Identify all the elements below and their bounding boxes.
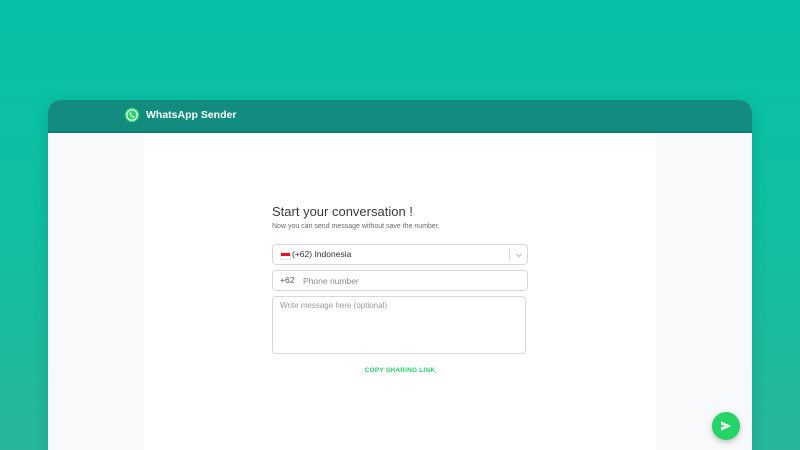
- country-select[interactable]: (+62) Indonesia: [272, 244, 528, 265]
- form-heading: Start your conversation !: [272, 204, 413, 219]
- select-divider: [509, 249, 510, 261]
- send-icon: [721, 421, 731, 431]
- form-subtext: Now you can send message without save th…: [272, 223, 440, 230]
- whatsapp-logo-icon: [124, 107, 140, 123]
- main-panel: Start your conversation ! Now you can se…: [144, 133, 656, 450]
- send-button[interactable]: [712, 412, 740, 440]
- conversation-form: Start your conversation ! Now you can se…: [272, 204, 528, 374]
- dial-code-prefix: +62: [280, 275, 295, 285]
- phone-field: +62: [272, 270, 528, 291]
- country-select-value: (+62) Indonesia: [292, 249, 352, 259]
- phone-number-input[interactable]: [303, 272, 521, 289]
- copy-sharing-link-button[interactable]: COPY SHARING LINK: [272, 367, 528, 374]
- title-bar: WhatsApp Sender: [48, 100, 752, 133]
- message-input[interactable]: [272, 296, 526, 354]
- chevron-down-icon[interactable]: [515, 251, 523, 259]
- indonesia-flag-icon: [280, 252, 291, 260]
- app-title: WhatsApp Sender: [146, 109, 237, 121]
- app-window: WhatsApp Sender Start your conversation …: [48, 100, 752, 450]
